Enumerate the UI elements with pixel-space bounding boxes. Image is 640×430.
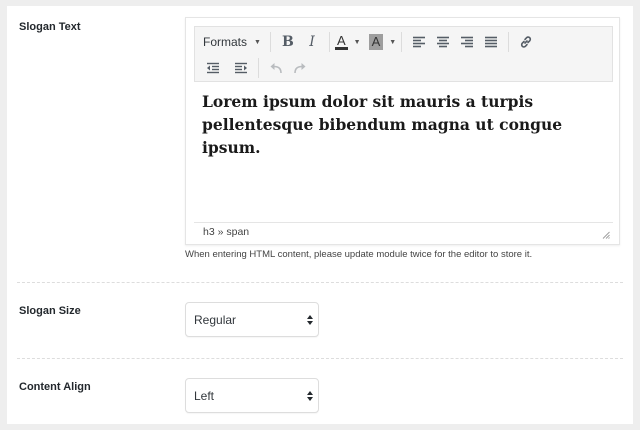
- bold-button[interactable]: B: [276, 30, 300, 54]
- editor-toolbar: Formats ▼ B I A ▼ A ▼: [194, 26, 613, 82]
- content-align-label: Content Align: [19, 381, 91, 393]
- row-divider: [17, 358, 623, 359]
- italic-icon: I: [309, 34, 315, 50]
- align-left-icon: [413, 36, 426, 48]
- rich-text-editor: Formats ▼ B I A ▼ A ▼ Lorem ipsum dolor …: [185, 17, 620, 245]
- align-right-icon: [461, 36, 474, 48]
- content-align-value: Left: [194, 389, 215, 403]
- caret-down-icon: ▼: [353, 38, 361, 46]
- bold-icon: B: [282, 34, 294, 50]
- formats-dropdown[interactable]: Formats ▼: [195, 30, 265, 54]
- background-color-button[interactable]: A ▼: [368, 30, 397, 54]
- slogan-size-label: Slogan Size: [19, 305, 81, 317]
- editor-help-text: When entering HTML content, please updat…: [185, 249, 533, 260]
- text-color-icon: A: [334, 33, 348, 50]
- link-icon: [521, 36, 532, 48]
- undo-icon: [270, 63, 282, 74]
- select-arrows-icon: [307, 315, 313, 325]
- settings-panel: Slogan Text Formats ▼ B I A ▼ A ▼ Lorem …: [7, 6, 633, 424]
- outdent-button[interactable]: [201, 56, 225, 80]
- toolbar-separator: [508, 32, 510, 52]
- toolbar-separator: [269, 32, 271, 52]
- slogan-size-value: Regular: [194, 313, 237, 327]
- italic-button[interactable]: I: [300, 30, 324, 54]
- indent-button[interactable]: [229, 56, 253, 80]
- formats-label: Formats: [203, 35, 248, 49]
- select-arrows-icon: [307, 391, 313, 401]
- editor-content[interactable]: Lorem ipsum dolor sit mauris a turpis pe…: [202, 90, 612, 159]
- element-path[interactable]: h3 » span: [203, 226, 249, 238]
- slogan-size-select[interactable]: Regular: [185, 302, 319, 337]
- redo-button[interactable]: [288, 56, 312, 80]
- align-right-button[interactable]: [455, 30, 479, 54]
- align-left-button[interactable]: [407, 30, 431, 54]
- justify-icon: [485, 36, 498, 48]
- justify-button[interactable]: [479, 30, 503, 54]
- toolbar-separator: [328, 32, 330, 52]
- caret-down-icon: ▼: [254, 38, 261, 46]
- align-center-button[interactable]: [431, 30, 455, 54]
- redo-icon: [294, 63, 306, 74]
- indent-icon: [235, 62, 247, 74]
- insert-link-button[interactable]: [514, 30, 538, 54]
- content-align-select[interactable]: Left: [185, 378, 319, 413]
- toolbar-separator: [401, 32, 403, 52]
- row-divider: [17, 282, 623, 283]
- undo-button[interactable]: [264, 56, 288, 80]
- slogan-text-label: Slogan Text: [19, 21, 81, 33]
- editor-status-bar: h3 » span: [194, 222, 613, 242]
- outdent-icon: [207, 62, 219, 74]
- align-center-icon: [437, 36, 450, 48]
- resize-handle-icon[interactable]: [602, 231, 610, 239]
- caret-down-icon: ▼: [389, 38, 397, 46]
- toolbar-separator: [258, 58, 259, 78]
- background-color-icon: A: [368, 34, 384, 50]
- text-color-button[interactable]: A ▼: [334, 30, 361, 54]
